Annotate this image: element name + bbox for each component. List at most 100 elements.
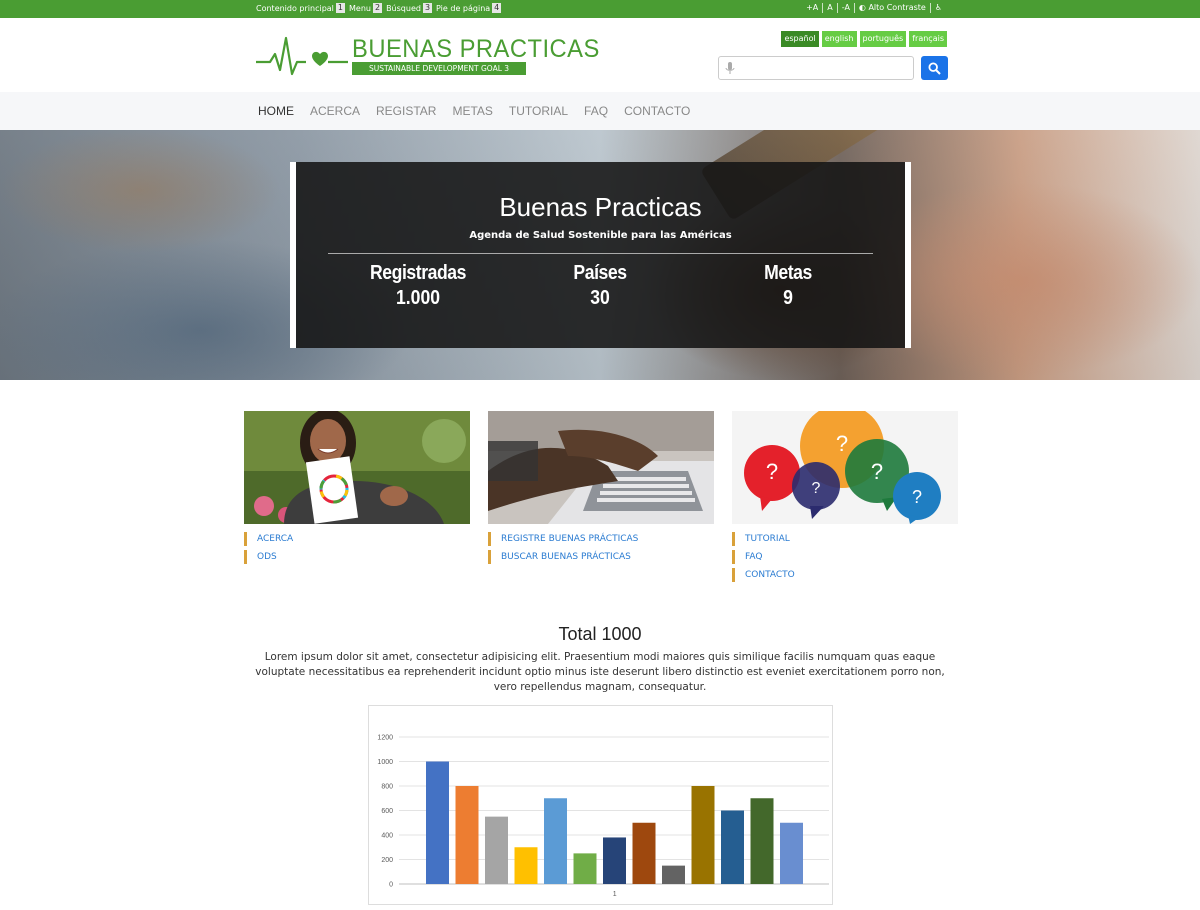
accessibility-icon[interactable]: ♿: [929, 3, 946, 13]
bar: [603, 837, 626, 884]
accessibility-bar: Contenido principal 1 Menu 2 Búsqued 3 Pie …: [0, 0, 1200, 18]
hero-title: Buenas Practicas: [499, 192, 702, 222]
site-header: BUENAS PRACTICAS SUSTAINABLE DEVELOPMENT…: [0, 18, 1200, 92]
heartbeat-logo-icon: [256, 36, 348, 76]
skip-link-label: Menu: [349, 3, 371, 13]
skip-key: 1: [335, 3, 345, 13]
bar: [750, 798, 774, 884]
search-icon: [928, 62, 941, 75]
high-contrast-label: Alto Contraste: [868, 3, 926, 12]
skip-link-label: Búsqued: [386, 3, 421, 13]
link-acerca[interactable]: ACERCA: [244, 532, 470, 546]
svg-text:?: ?: [912, 487, 922, 507]
link-buscar-buenas-practicas[interactable]: BUSCAR BUENAS PRÁCTICAS: [488, 550, 714, 564]
increase-font-button[interactable]: +A: [802, 3, 822, 13]
bar-chart: 0 200 400 600 800 1000 1200 1: [368, 705, 833, 905]
hero-subtitle: Agenda de Salud Sostenible para las Amér…: [469, 230, 732, 241]
link-ods[interactable]: ODS: [244, 550, 470, 564]
skip-link-label: Pie de página: [436, 3, 491, 13]
skip-link-menu[interactable]: Menu 2: [349, 3, 383, 13]
card-help: ? ? ? ? ? TUTORIAL FAQ CONTACTO: [732, 411, 958, 586]
nav-contacto[interactable]: CONTACTO: [624, 104, 690, 118]
stat-metas: Metas 9: [708, 262, 868, 310]
bar: [573, 853, 597, 884]
bar: [721, 810, 744, 884]
skip-link-footer[interactable]: Pie de página 4: [436, 3, 502, 13]
hero-banner: Buenas Practicas Agenda de Salud Sosteni…: [0, 130, 1200, 380]
lang-en-button[interactable]: english: [821, 31, 857, 47]
y-tick-label: 600: [381, 808, 393, 815]
svg-text:?: ?: [871, 459, 883, 484]
stat-registradas: Registradas 1.000: [338, 262, 498, 310]
search-button[interactable]: [921, 56, 948, 80]
y-tick-label: 1000: [377, 759, 393, 766]
stat-value: 1.000: [395, 287, 441, 309]
decrease-font-button[interactable]: -A: [836, 3, 854, 13]
nav-tutorial[interactable]: TUTORIAL: [509, 104, 568, 118]
stat-paises: Países 30: [520, 262, 680, 310]
y-tick-label: 400: [381, 833, 393, 840]
card-about: ACERCA ODS: [244, 411, 470, 568]
high-contrast-button[interactable]: ◐ Alto Contraste: [853, 3, 930, 13]
skip-link-main[interactable]: Contenido principal 1: [256, 3, 345, 13]
x-category-label: 1: [613, 891, 617, 898]
skip-link-label: Contenido principal: [256, 3, 334, 13]
link-tutorial[interactable]: TUTORIAL: [732, 532, 958, 546]
stat-value: 9: [783, 287, 793, 309]
bar: [426, 761, 449, 884]
nav-faq[interactable]: FAQ: [584, 104, 608, 118]
total-title: Total 1000: [558, 624, 642, 644]
nav-registar[interactable]: REGISTAR: [376, 104, 436, 118]
card-image-woman[interactable]: [244, 411, 470, 524]
reset-font-button[interactable]: A: [822, 3, 836, 13]
logo-subtitle: SUSTAINABLE DEVELOPMENT GOAL 3: [352, 62, 526, 75]
y-tick-label: 200: [381, 857, 393, 864]
woman-holding-card-image: [244, 411, 470, 524]
stat-label: Países: [573, 262, 627, 284]
stat-label: Metas: [764, 262, 812, 284]
nav-metas[interactable]: METAS: [452, 104, 492, 118]
lang-fr-button[interactable]: français: [909, 31, 947, 47]
site-logo[interactable]: BUENAS PRACTICAS SUSTAINABLE DEVELOPMENT…: [256, 34, 599, 78]
card-register: REGISTRE BUENAS PRÁCTICAS BUSCAR BUENAS …: [488, 411, 714, 568]
hero-overlay: Buenas Practicas Agenda de Salud Sosteni…: [290, 162, 911, 348]
skip-link-search[interactable]: Búsqued 3: [386, 3, 433, 13]
bar: [691, 786, 715, 884]
nav-acerca[interactable]: ACERCA: [310, 104, 360, 118]
y-tick-label: 0: [389, 882, 393, 889]
skip-key: 4: [492, 3, 502, 13]
bar: [514, 847, 538, 884]
card-image-questions[interactable]: ? ? ? ? ?: [732, 411, 958, 524]
bar: [544, 798, 567, 884]
stat-value: 30: [590, 287, 610, 309]
bar: [662, 865, 685, 884]
skip-key: 3: [422, 3, 433, 13]
y-tick-label: 1200: [377, 735, 393, 742]
total-description: Lorem ipsum dolor sit amet, consectetur …: [255, 651, 945, 693]
search-input[interactable]: [718, 56, 914, 80]
lang-pt-button[interactable]: português: [859, 31, 907, 47]
bar: [485, 816, 508, 884]
contrast-icon: ◐: [858, 3, 866, 12]
hero-divider: [328, 253, 873, 254]
microphone-icon[interactable]: [725, 62, 735, 75]
svg-text:?: ?: [766, 459, 778, 484]
bar: [455, 786, 479, 884]
laptop-typing-image: [488, 411, 714, 524]
lang-es-button[interactable]: español: [781, 31, 819, 47]
stat-label: Registradas: [370, 262, 466, 284]
bar: [780, 822, 803, 884]
skip-key: 2: [372, 3, 383, 13]
question-bubbles-image: ? ? ? ? ?: [732, 411, 958, 524]
link-registre-buenas-practicas[interactable]: REGISTRE BUENAS PRÁCTICAS: [488, 532, 714, 546]
y-tick-label: 800: [381, 784, 393, 791]
skip-links: Contenido principal 1 Menu 2 Búsqued 3 Pie …: [256, 3, 505, 13]
link-contacto[interactable]: CONTACTO: [732, 568, 958, 582]
card-image-laptop[interactable]: [488, 411, 714, 524]
svg-text:?: ?: [836, 431, 848, 456]
bar-chart-svg: 0 200 400 600 800 1000 1200 1: [377, 735, 829, 898]
bar: [632, 822, 656, 884]
main-nav: HOME ACERCA REGISTAR METAS TUTORIAL FAQ …: [0, 92, 1200, 130]
link-faq[interactable]: FAQ: [732, 550, 958, 564]
nav-home[interactable]: HOME: [258, 104, 294, 118]
